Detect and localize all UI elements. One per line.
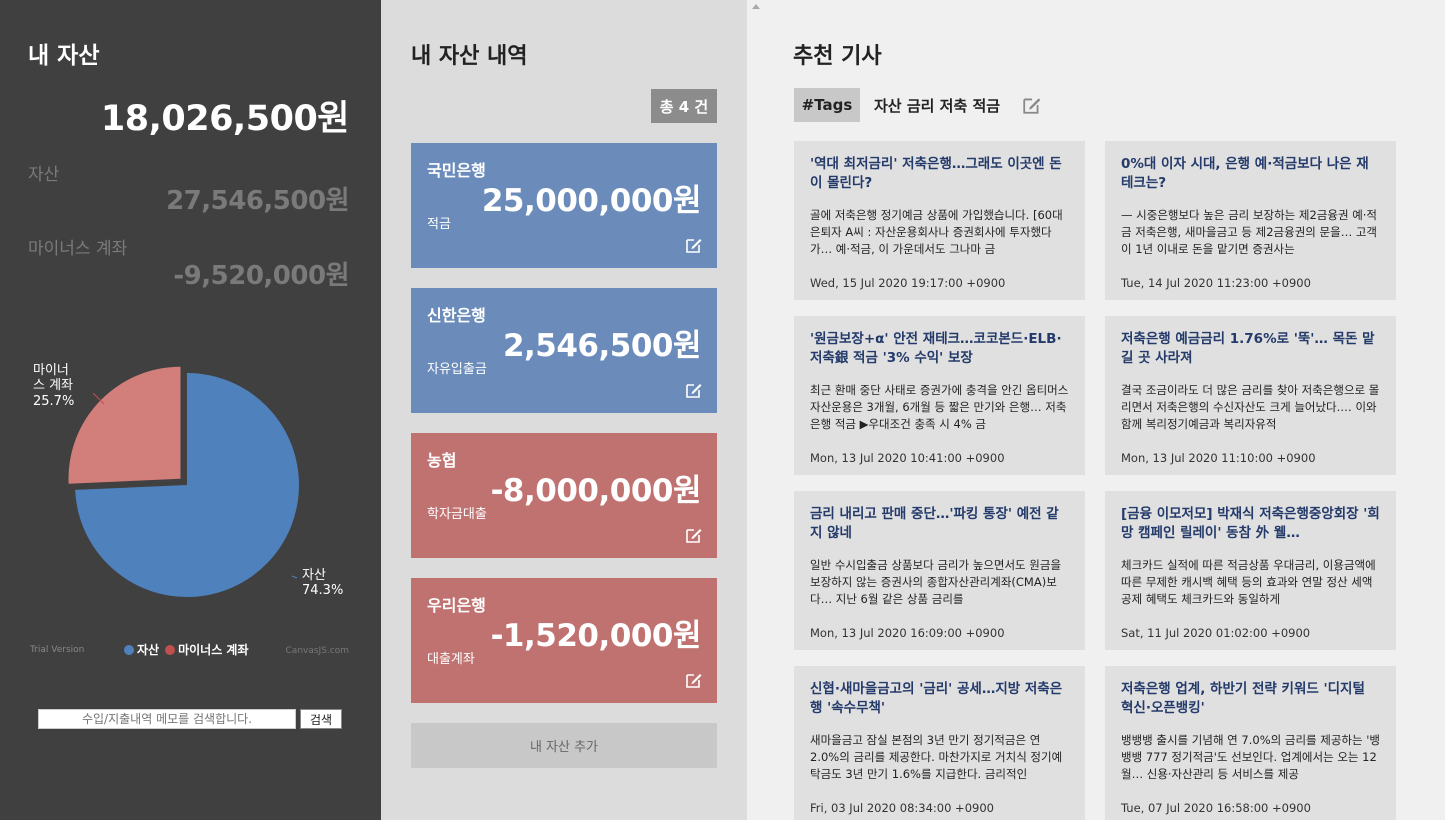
article-date: Tue, 14 Jul 2020 11:23:00 +0900 [1121, 276, 1311, 290]
article-date: Tue, 07 Jul 2020 16:58:00 +0900 [1121, 801, 1311, 815]
total-amount: 18,026,500원 [100, 99, 350, 139]
history-title: 내 자산 내역 [411, 44, 528, 69]
pie-label-asset-pct: 74.3% [302, 583, 343, 598]
pie-label-minus-pct: 25.7% [33, 394, 74, 409]
article-snippet: 뱅뱅뱅 출시를 기념해 연 7.0%의 금리를 제공하는 '뱅뱅뱅 777 정기… [1121, 733, 1380, 781]
article-date: Wed, 15 Jul 2020 19:17:00 +0900 [810, 276, 1006, 290]
legend-item-asset[interactable]: 자산 [124, 641, 159, 658]
account-card[interactable]: 국민은행 25,000,000원 적금 [411, 143, 717, 268]
memo-search-input[interactable] [38, 709, 296, 729]
scroll-up-icon[interactable] [752, 4, 760, 9]
legend-label-asset: 자산 [137, 643, 160, 657]
legend-dot-icon [165, 644, 176, 655]
article-title[interactable]: '역대 최저금리' 저축은행…그래도 이곳엔 돈이 몰린다? [810, 155, 1069, 195]
minus-label: 마이너스 계좌 [28, 239, 128, 259]
article-date: Mon, 13 Jul 2020 10:41:00 +0900 [810, 451, 1005, 465]
article-card[interactable]: '역대 최저금리' 저축은행…그래도 이곳엔 돈이 몰린다? 골에 저축은행 정기… [794, 141, 1085, 300]
article-title[interactable]: 신협·새마을금고의 '금리' 공세…지방 저축은행 '속수무책' [810, 680, 1069, 720]
summary-title: 내 자산 [28, 43, 100, 69]
minus-value: -9,520,000원 [173, 261, 349, 291]
pie-label-asset-name: 자산 [302, 568, 326, 583]
article-snippet: 골에 저축은행 정기예금 상품에 가입했습니다. [60대 은퇴자 A씨 : 자… [810, 208, 1063, 256]
chart-legend: 자산 마이너스 계좌 [124, 641, 249, 658]
article-card[interactable]: 신협·새마을금고의 '금리' 공세…지방 저축은행 '속수무책' 새마을금고 잠실… [794, 666, 1085, 820]
account-amount: 2,546,500원 [502, 328, 702, 364]
account-type: 적금 [427, 217, 451, 232]
canvasjs-watermark[interactable]: CanvasJS.com [286, 646, 349, 656]
memo-search-button[interactable]: 검색 [300, 709, 342, 729]
account-card[interactable]: 우리은행 -1,520,000원 대출계좌 [411, 578, 717, 703]
account-bank: 우리은행 [427, 596, 486, 615]
account-bank: 농협 [427, 451, 457, 470]
account-bank: 신한은행 [427, 306, 486, 325]
articles-panel: 추천 기사 #Tags 자산 금리 저축 적금 '역대 최저금리' 저축은행…그… [747, 0, 1445, 820]
tags-text: 자산 금리 저축 적금 [874, 97, 1001, 115]
article-title[interactable]: 저축은행 예금금리 1.76%로 '뚝'… 목돈 맡길 곳 사라져 [1121, 330, 1380, 370]
asset-label: 자산 [28, 165, 60, 185]
article-title[interactable]: '원금보장+α' 안전 재테크…코코본드·ELB·저축銀 적금 '3% 수익' … [810, 330, 1069, 370]
article-snippet: 일반 수시입출금 상품보다 금리가 높으면서도 원금을 보장하지 않는 증권사의… [810, 558, 1062, 606]
legend-label-minus: 마이너스 계좌 [178, 643, 249, 657]
asset-value: 27,546,500원 [166, 186, 349, 216]
legend-item-minus[interactable]: 마이너스 계좌 [165, 641, 249, 658]
pie-label-minus-name-2: 스 계좌 [33, 378, 73, 393]
trial-version-label: Trial Version [30, 645, 85, 655]
article-snippet: — 시중은행보다 높은 금리 보장하는 제2금융권 예·적금 저축은행, 새마을… [1121, 208, 1378, 256]
article-title[interactable]: 0%대 이자 시대, 은행 예·적금보다 나은 재테크는? [1121, 155, 1380, 195]
edit-icon[interactable] [685, 236, 703, 254]
asset-history-panel: 내 자산 내역 총 4 건 국민은행 25,000,000원 적금 신한은행 2… [381, 0, 747, 820]
article-date: Mon, 13 Jul 2020 16:09:00 +0900 [810, 626, 1005, 640]
edit-tags-icon[interactable] [1022, 95, 1042, 115]
add-asset-button[interactable]: 내 자산 추가 [411, 723, 717, 768]
article-date: Fri, 03 Jul 2020 08:34:00 +0900 [810, 801, 994, 815]
edit-icon[interactable] [685, 526, 703, 544]
articles-title: 추천 기사 [793, 44, 882, 69]
article-date: Mon, 13 Jul 2020 11:10:00 +0900 [1121, 451, 1316, 465]
count-badge: 총 4 건 [651, 89, 717, 123]
edit-icon[interactable] [685, 381, 703, 399]
article-card[interactable]: 금리 내리고 판매 중단…'파킹 통장' 예전 같지 않네일반 수시입출금 상품… [794, 491, 1085, 650]
legend-dot-icon [124, 644, 134, 655]
pie-label-line-minus [92, 392, 105, 405]
account-amount: 25,000,000원 [481, 183, 702, 219]
account-bank: 국민은행 [427, 161, 486, 180]
account-type: 학자금대출 [427, 507, 487, 522]
account-type: 대출계좌 [427, 652, 475, 667]
article-card[interactable]: 0%대 이자 시대, 은행 예·적금보다 나은 재테크는? — 시중은행보다 높은… [1105, 141, 1396, 300]
asset-summary-panel: 내 자산 18,026,500원 자산 27,546,500원 마이너스 계좌 … [0, 0, 381, 820]
asset-pie-chart: 자산74.3% 마이너스 계좌25.7% [33, 363, 343, 598]
article-card[interactable]: 저축은행 예금금리 1.76%로 '뚝'… 목돈 맡길 곳 사라져결국 조금이라… [1105, 316, 1396, 475]
article-snippet: 체크카드 실적에 따른 적금상품 우대금리, 이용금액에 따른 무제한 캐시백 … [1121, 558, 1376, 606]
account-amount: -8,000,000원 [490, 473, 702, 509]
edit-icon[interactable] [685, 671, 703, 689]
article-title[interactable]: 저축은행 업계, 하반기 전략 키워드 '디지털 혁신·오픈뱅킹' [1121, 680, 1380, 720]
pie-slice-minus[interactable] [68, 366, 181, 484]
tags-badge: #Tags [794, 88, 860, 122]
account-card[interactable]: 농협 -8,000,000원 학자금대출 [411, 433, 717, 558]
article-card[interactable]: [금융 이모저모] 박재식 저축은행중앙회장 '희망 캠페인 릴레이' 동참 外… [1105, 491, 1396, 650]
article-title[interactable]: [금융 이모저모] 박재식 저축은행중앙회장 '희망 캠페인 릴레이' 동참 外… [1121, 505, 1380, 545]
article-snippet: 최근 환매 중단 사태로 증권가에 충격을 안긴 옵티머스자산운용은 3개월, … [810, 383, 1069, 431]
pie-label-minus-name-1: 마이너 [33, 363, 69, 378]
article-title[interactable]: 금리 내리고 판매 중단…'파킹 통장' 예전 같지 않네 [810, 505, 1069, 545]
account-card[interactable]: 신한은행 2,546,500원 자유입출금 [411, 288, 717, 413]
article-date: Sat, 11 Jul 2020 01:02:00 +0900 [1121, 626, 1311, 640]
pie-label-line-asset [291, 575, 298, 579]
account-amount: -1,520,000원 [490, 618, 702, 654]
article-card[interactable]: '원금보장+α' 안전 재테크…코코본드·ELB·저축銀 적금 '3% 수익' … [794, 316, 1085, 475]
article-snippet: 새마을금고 잠실 본점의 3년 만기 정기적금은 연 2.0%의 금리를 제공한… [810, 733, 1063, 781]
account-type: 자유입출금 [427, 362, 487, 377]
article-snippet: 결국 조금이라도 더 많은 금리를 찾아 저축은행으로 몰리면서 저축은행의 수… [1121, 383, 1380, 431]
memo-search: 검색 [38, 709, 342, 729]
article-card[interactable]: 저축은행 업계, 하반기 전략 키워드 '디지털 혁신·오픈뱅킹' 뱅뱅뱅 출시를… [1105, 666, 1396, 820]
